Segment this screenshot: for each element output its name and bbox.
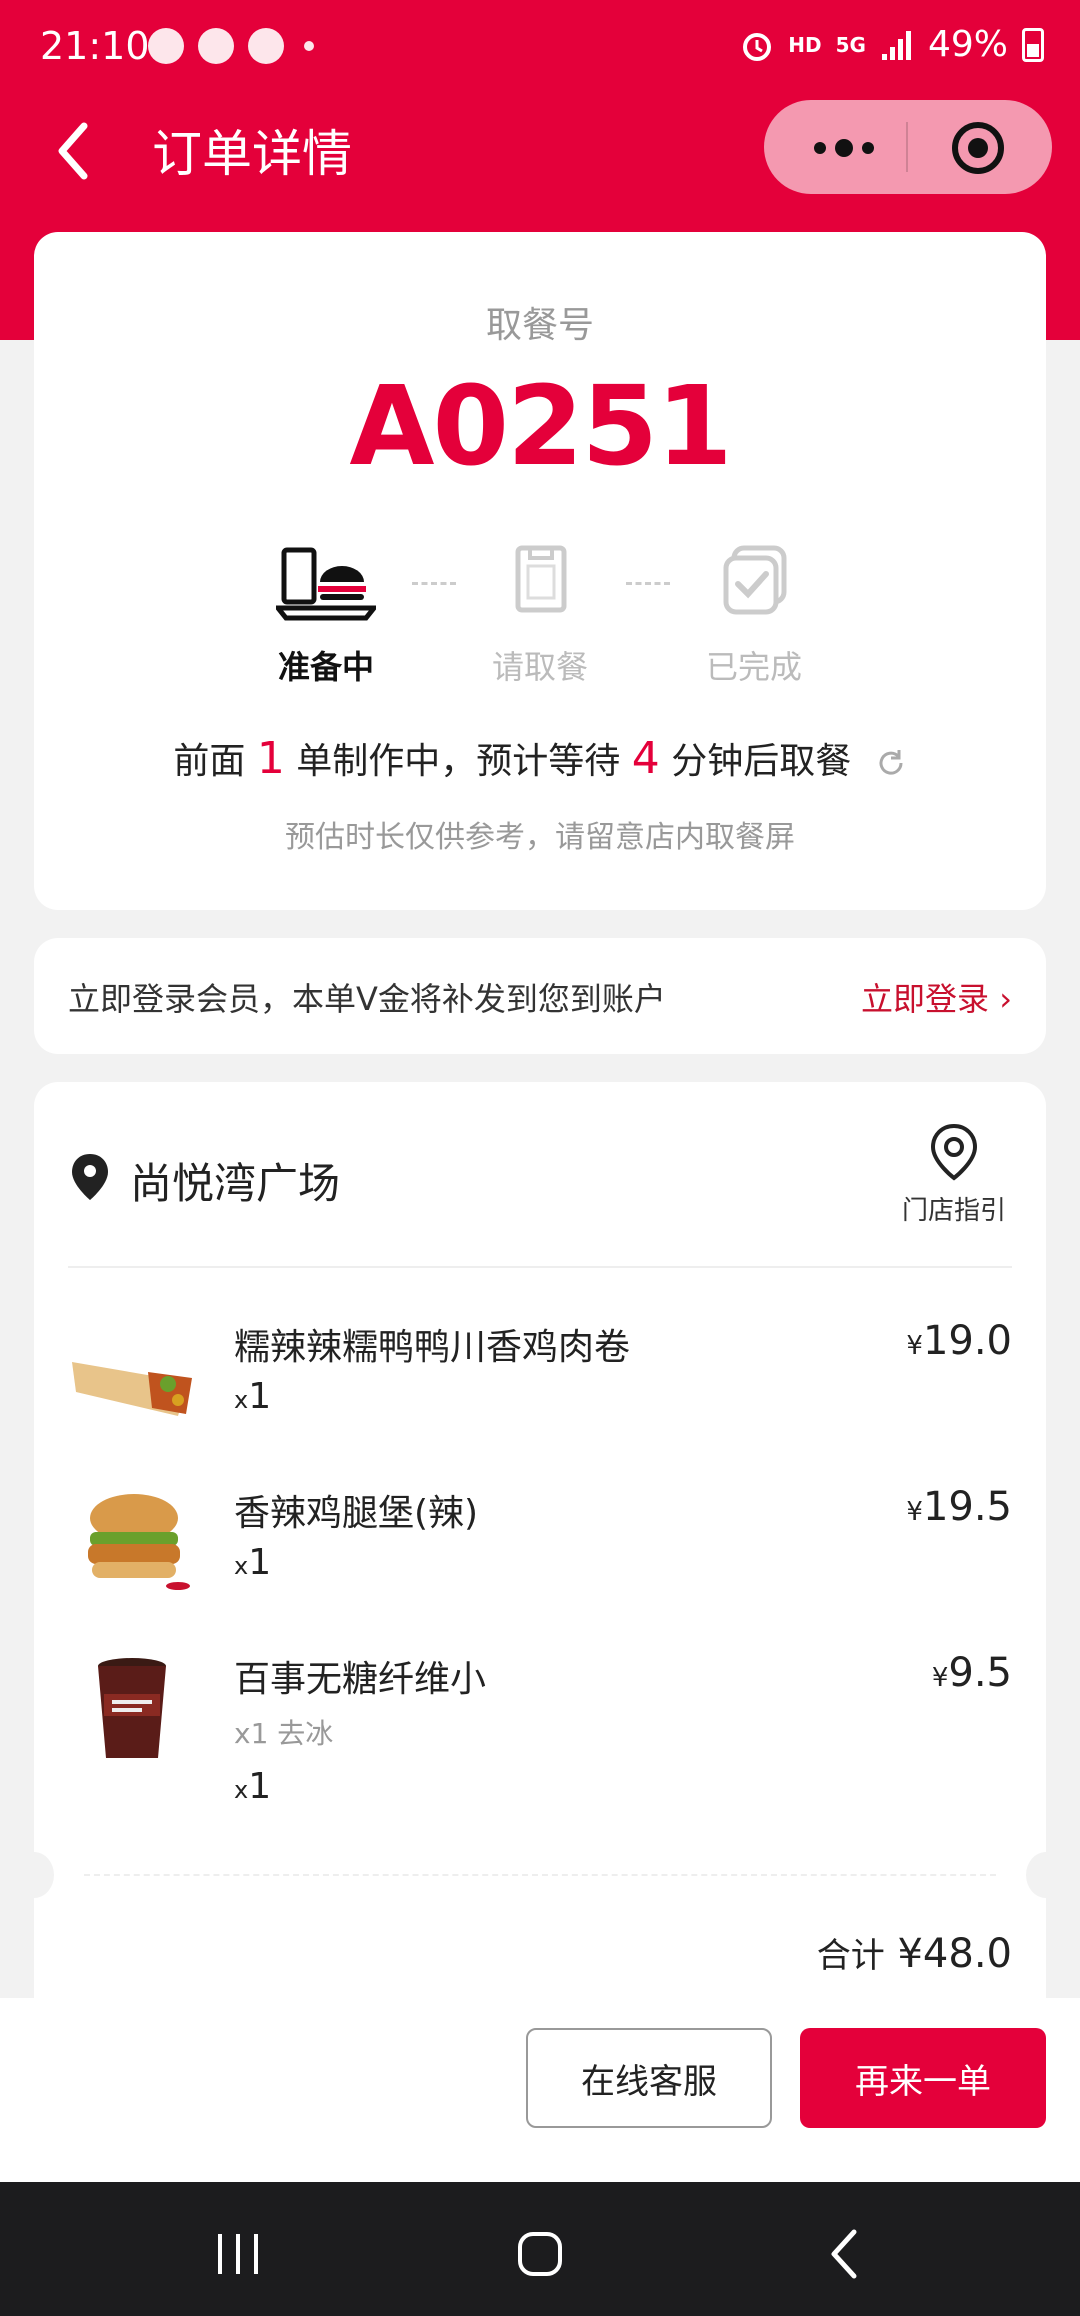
notification-icons [148, 28, 314, 64]
store-guide-label: 门店指引 [901, 1196, 1006, 1226]
step-pickup: 请取餐 [460, 542, 620, 688]
receipt-divider [84, 1874, 996, 1876]
wait-middle: 单制作中，预计等待 [296, 741, 621, 782]
step-label: 已完成 [705, 648, 802, 686]
chevron-right-icon: › [999, 980, 1012, 1018]
more-notifications-icon [304, 41, 314, 51]
qty-value: 1 [248, 1766, 272, 1807]
order-status-card: 取餐号 A0251 准备中 请取餐 已完成 前面 1 单制作中，预计等待 4 分… [34, 232, 1046, 910]
status-bar: 21:10 HD 5G 49% [0, 0, 1080, 96]
price-value: 19.0 [922, 1318, 1012, 1364]
order-items-card: 尚悦湾广场 门店指引 糯辣辣糯鸭鸭川香鸡肉卷 x1 ¥19.0 香辣鸡腿堡(辣)… [14, 1082, 1066, 2002]
price-value: 19.5 [922, 1484, 1012, 1530]
store-guide-button[interactable]: 门店指引 [894, 1122, 1014, 1227]
orders-ahead: 1 [256, 733, 285, 784]
item-price: ¥19.5 [906, 1484, 1012, 1530]
miniprogram-capsule [764, 100, 1052, 194]
wait-suffix: 分钟后取餐 [671, 741, 852, 782]
step-connector [626, 582, 670, 585]
pickup-label: 取餐号 [485, 305, 594, 346]
step-label: 请取餐 [491, 648, 588, 686]
member-login-text: 立即登录会员，本单V金将补发到您到账户 [68, 980, 666, 1018]
completed-check-icon [723, 545, 787, 615]
status-right: HD 5G 49% [740, 24, 1044, 65]
recent-apps-icon[interactable] [208, 2224, 268, 2284]
step-label: 准备中 [277, 648, 374, 686]
network-indicator: 5G [835, 32, 866, 57]
section-divider [68, 1266, 1012, 1268]
step-preparing: 准备中 [246, 542, 406, 688]
message-icon [198, 28, 234, 64]
qty-value: 1 [248, 1376, 272, 1417]
action-bar: 在线客服 再来一单 [0, 1998, 1080, 2182]
step-completed: 已完成 [674, 542, 834, 688]
wechat-icon [148, 28, 184, 64]
pickup-bag-icon [515, 545, 567, 613]
price-symbol: ¥ [906, 1331, 923, 1361]
order-item: 百事无糖纤维小 x1 去冰 x1 ¥9.5 [34, 1650, 1046, 1830]
price-symbol: ¥ [906, 1497, 923, 1527]
item-price: ¥9.5 [932, 1650, 1012, 1696]
item-qty: x1 [234, 1542, 271, 1583]
qty-x: x [234, 1776, 249, 1804]
wrap-image [72, 1362, 192, 1416]
map-pin-outline-icon [930, 1123, 978, 1181]
member-login-card: 立即登录会员，本单V金将补发到您到账户 立即登录 › [34, 938, 1046, 1054]
home-icon[interactable] [510, 2224, 570, 2284]
refresh-icon[interactable] [875, 747, 907, 779]
hd-indicator: HD [788, 32, 822, 57]
nav-bar: 订单详情 [0, 96, 1080, 206]
wait-prefix: 前面 [173, 741, 246, 782]
total-value: ¥48.0 [897, 1931, 1012, 1977]
order-item: 香辣鸡腿堡(辣) x1 ¥19.5 [34, 1484, 1046, 1614]
signal-icon [881, 30, 911, 60]
price-value: 9.5 [948, 1650, 1012, 1696]
back-nav-icon[interactable] [816, 2224, 876, 2284]
item-name: 百事无糖纤维小 [234, 1659, 487, 1700]
status-time: 21:10 [40, 24, 150, 68]
close-miniprogram-icon[interactable] [950, 120, 1006, 176]
step-connector [412, 582, 456, 585]
alarm-icon [743, 32, 772, 61]
wait-estimate: 前面 1 单制作中，预计等待 4 分钟后取餐 [34, 732, 1046, 784]
item-name: 糯辣辣糯鸭鸭川香鸡肉卷 [234, 1327, 631, 1368]
burger-image [88, 1494, 190, 1590]
item-name: 香辣鸡腿堡(辣) [234, 1493, 479, 1534]
qty-x: x [234, 1552, 249, 1580]
login-link-label: 立即登录 [861, 980, 990, 1018]
online-service-button[interactable]: 在线客服 [526, 2028, 772, 2128]
capsule-divider [906, 122, 908, 172]
order-item: 糯辣辣糯鸭鸭川香鸡肉卷 x1 ¥19.0 [34, 1318, 1046, 1448]
item-option: x1 去冰 [234, 1717, 334, 1750]
system-nav-bar [0, 2182, 1080, 2316]
store-name: 尚悦湾广场 [130, 1159, 341, 1208]
total-label: 合计 [816, 1936, 885, 1976]
item-qty: x1 [234, 1766, 271, 1807]
price-symbol: ¥ [931, 1663, 949, 1693]
blocked-icon [248, 28, 284, 64]
qty-x: x [234, 1386, 249, 1414]
more-icon[interactable] [804, 128, 884, 168]
meal-tray-icon [272, 547, 380, 621]
order-total: 合计 ¥48.0 [817, 1928, 1012, 1977]
battery-percent: 49% [927, 24, 1008, 65]
back-icon[interactable] [50, 116, 110, 186]
receipt-notch-right [1026, 1852, 1066, 1898]
item-qty: x1 [234, 1376, 271, 1417]
item-price: ¥19.0 [906, 1318, 1012, 1364]
location-pin-icon [72, 1154, 108, 1200]
wait-minutes: 4 [631, 733, 660, 784]
battery-icon [1022, 27, 1044, 62]
reorder-button[interactable]: 再来一单 [800, 2028, 1046, 2128]
page-title: 订单详情 [152, 125, 352, 183]
qty-value: 1 [248, 1542, 272, 1583]
pickup-number: A0251 [349, 362, 732, 490]
order-progress: 准备中 请取餐 已完成 [34, 542, 1046, 686]
estimate-note: 预估时长仅供参考，请留意店内取餐屏 [285, 820, 795, 855]
receipt-notch-left [14, 1852, 54, 1898]
drink-image [98, 1658, 166, 1758]
login-link[interactable]: 立即登录 › [861, 974, 1012, 1020]
